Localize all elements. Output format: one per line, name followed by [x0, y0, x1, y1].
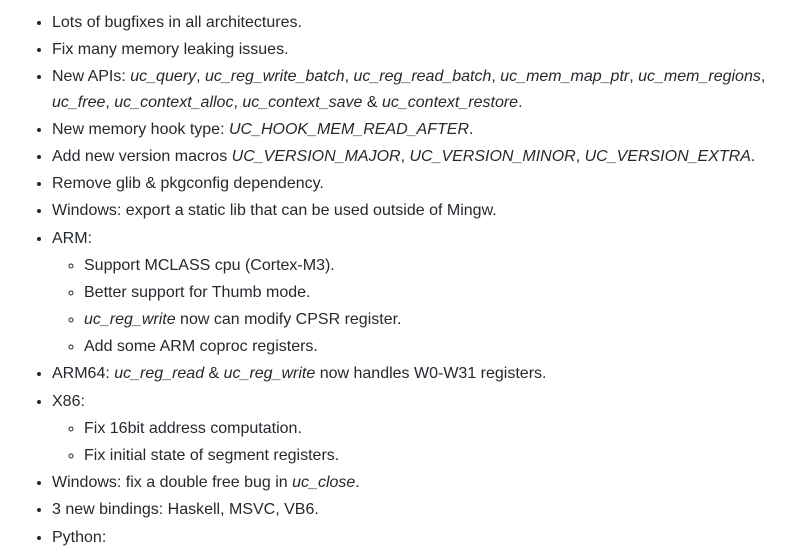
- api-code: uc_mem_regions: [638, 68, 761, 85]
- list-item-arm64: ARM64: uc_reg_read & uc_reg_write now ha…: [52, 361, 766, 387]
- macro-code: UC_VERSION_EXTRA: [585, 148, 751, 165]
- list-item: New APIs: uc_query, uc_reg_write_batch, …: [52, 64, 766, 115]
- api-code: uc_context_alloc: [114, 94, 233, 111]
- list-item: Fix many memory leaking issues.: [52, 37, 766, 63]
- text-suffix: now handles W0-W31 registers.: [315, 365, 546, 382]
- arm-label: ARM:: [52, 230, 92, 247]
- api-code: uc_reg_write: [224, 365, 316, 382]
- api-code: uc_close: [292, 474, 355, 491]
- api-code: uc_context_restore: [382, 94, 518, 111]
- list-item: New memory hook type: UC_HOOK_MEM_READ_A…: [52, 117, 766, 143]
- api-code: uc_reg_read: [114, 365, 204, 382]
- text-after: now can modify CPSR register.: [176, 311, 402, 328]
- list-item: Python:: [52, 525, 766, 551]
- api-code: uc_reg_write: [84, 311, 176, 328]
- hook-code: UC_HOOK_MEM_READ_AFTER: [229, 121, 469, 138]
- text-prefix: New APIs:: [52, 68, 130, 85]
- text-prefix: Windows: fix a double free bug in: [52, 474, 292, 491]
- amp: &: [362, 94, 382, 111]
- text-suffix: .: [751, 148, 755, 165]
- text-prefix: New memory hook type:: [52, 121, 229, 138]
- list-item-winbug: Windows: fix a double free bug in uc_clo…: [52, 470, 766, 496]
- list-item: Windows: export a static lib that can be…: [52, 198, 766, 224]
- list-item-arm: ARM: Support MCLASS cpu (Cortex-M3). Bet…: [52, 226, 766, 360]
- list-item: Fix 16bit address computation.: [84, 416, 766, 442]
- text-suffix: .: [518, 94, 522, 111]
- list-item: uc_reg_write now can modify CPSR registe…: [84, 307, 766, 333]
- text-prefix: ARM64:: [52, 365, 114, 382]
- text-suffix: .: [355, 474, 359, 491]
- list-item: Support MCLASS cpu (Cortex-M3).: [84, 253, 766, 279]
- list-item-x86: X86: Fix 16bit address computation. Fix …: [52, 389, 766, 469]
- macro-code: UC_VERSION_MINOR: [409, 148, 575, 165]
- api-code: uc_free: [52, 94, 105, 111]
- api-code: uc_mem_map_ptr: [500, 68, 629, 85]
- list-item: Remove glib & pkgconfig dependency.: [52, 171, 766, 197]
- x86-sublist: Fix 16bit address computation. Fix initi…: [52, 416, 766, 469]
- api-code: uc_reg_write_batch: [205, 68, 345, 85]
- changelog-list: Lots of bugfixes in all architectures. F…: [20, 10, 766, 551]
- list-item: Add some ARM coproc registers.: [84, 334, 766, 360]
- arm-sublist: Support MCLASS cpu (Cortex-M3). Better s…: [52, 253, 766, 360]
- api-code: uc_context_save: [242, 94, 362, 111]
- macro-code: UC_VERSION_MAJOR: [232, 148, 401, 165]
- x86-label: X86:: [52, 393, 85, 410]
- list-item: Better support for Thumb mode.: [84, 280, 766, 306]
- amp: &: [204, 365, 224, 382]
- text-prefix: Add new version macros: [52, 148, 232, 165]
- text-suffix: .: [469, 121, 473, 138]
- list-item: 3 new bindings: Haskell, MSVC, VB6.: [52, 497, 766, 523]
- list-item: Add new version macros UC_VERSION_MAJOR,…: [52, 144, 766, 170]
- list-item: Lots of bugfixes in all architectures.: [52, 10, 766, 36]
- api-code: uc_query: [130, 68, 196, 85]
- list-item: Fix initial state of segment registers.: [84, 443, 766, 469]
- api-code: uc_reg_read_batch: [354, 68, 492, 85]
